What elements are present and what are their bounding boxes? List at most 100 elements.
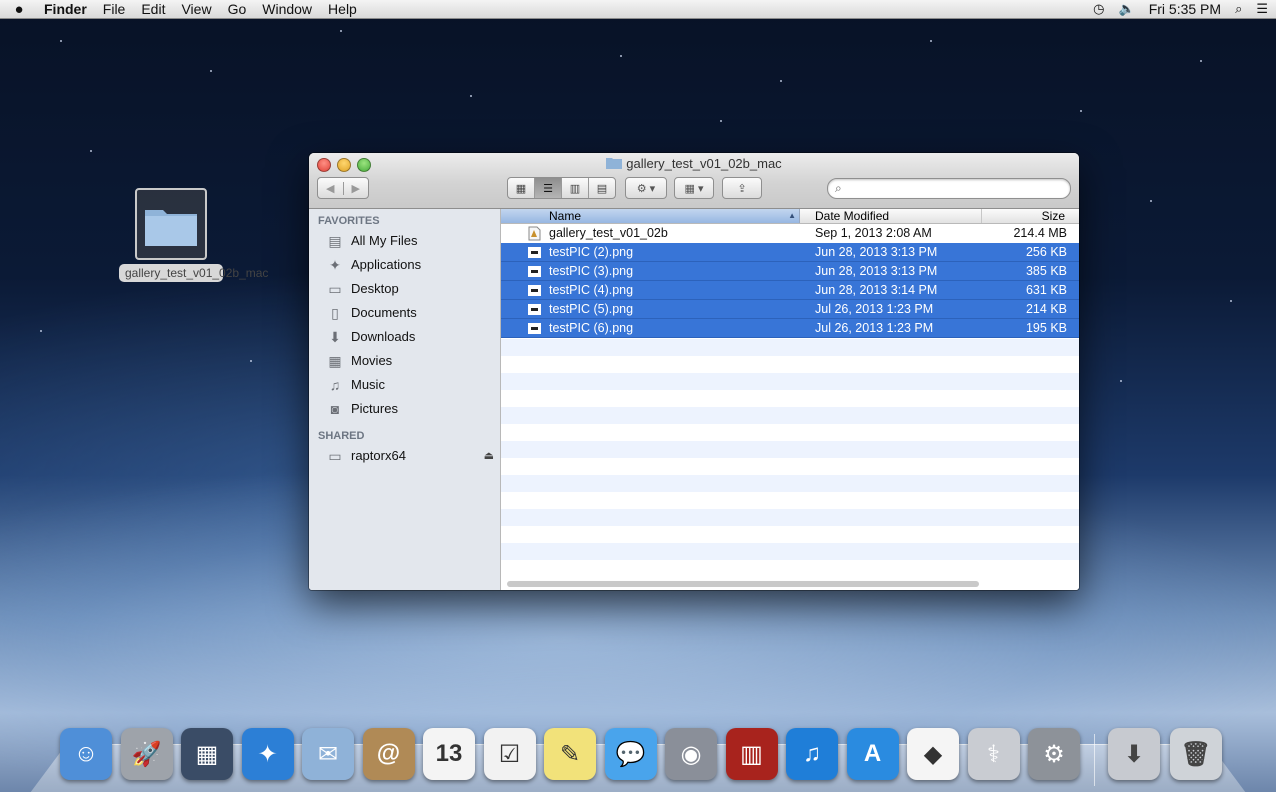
computer-icon: ▭ [328, 448, 342, 464]
menu-file[interactable]: File [95, 0, 134, 18]
itunes-icon[interactable]: ♫ [786, 728, 838, 780]
file-name: testPIC (5).png [549, 302, 634, 316]
column-header-name[interactable]: Name ▲ [501, 209, 800, 223]
installer-icon[interactable]: ⬇ [1108, 728, 1160, 780]
sidebar-item-all-my-files[interactable]: ▤ All My Files [309, 229, 500, 253]
cover-flow-view-icon[interactable]: ▤ [589, 178, 615, 198]
sidebar-item-label: Pictures [351, 401, 398, 416]
list-view-icon[interactable]: ☰ [535, 178, 562, 198]
file-name: testPIC (3).png [549, 264, 634, 278]
notes-icon[interactable]: ✎ [544, 728, 596, 780]
file-row[interactable]: testPIC (4).png Jun 28, 2013 3:14 PM 631… [501, 281, 1079, 300]
file-date: Jul 26, 2013 1:23 PM [815, 321, 934, 335]
sidebar-item-label: raptorx64 [351, 448, 406, 463]
applications-icon: ✦ [329, 257, 341, 273]
window-titlebar[interactable]: gallery_test_v01_02b_mac ◀ ▶ ▦ ☰ ▥ ▤ ⚙ ▾… [309, 153, 1079, 209]
apple-menu-icon[interactable]: ● [0, 1, 38, 18]
file-size: 214.4 MB [1013, 226, 1067, 240]
back-arrow-icon[interactable]: ◀ [318, 181, 344, 195]
trash-icon[interactable]: 🗑 [1170, 728, 1222, 780]
folder-icon[interactable] [135, 188, 207, 260]
desktop-folder-label[interactable]: gallery_test_v01_02b_mac [119, 264, 268, 282]
app-store-icon[interactable]: A [846, 728, 899, 780]
file-date: Sep 1, 2013 2:08 AM [815, 226, 932, 240]
forward-arrow-icon[interactable]: ▶ [344, 182, 369, 195]
mail-icon[interactable]: ✉ [302, 728, 354, 780]
menu-window[interactable]: Window [254, 0, 320, 18]
menu-view[interactable]: View [173, 0, 219, 18]
sidebar-item-downloads[interactable]: ⬇ Downloads [309, 325, 500, 349]
messages-icon[interactable]: 💬 [604, 728, 657, 780]
sidebar-item-applications[interactable]: ✦ Applications [309, 253, 500, 277]
column-view-icon[interactable]: ▥ [562, 178, 589, 198]
menu-app-name[interactable]: Finder [38, 0, 95, 18]
file-size: 214 KB [1025, 302, 1067, 316]
sidebar-item-label: Documents [351, 305, 417, 320]
facetime-icon[interactable]: ◉ [665, 728, 717, 780]
volume-icon[interactable]: 🔈 [1119, 1, 1135, 17]
safari-icon[interactable]: ✦ [241, 728, 294, 780]
file-size: 631 KB [1025, 283, 1067, 297]
back-forward-control: ◀ ▶ [317, 177, 369, 199]
unity-icon[interactable]: ◆ [907, 728, 959, 780]
all-files-icon: ▤ [328, 233, 342, 249]
file-name: gallery_test_v01_02b [549, 226, 668, 240]
desktop-folder[interactable]: gallery_test_v01_02b_mac [119, 188, 268, 282]
column-header-size[interactable]: Size [983, 209, 1079, 223]
sidebar-item-desktop[interactable]: ▭ Desktop [309, 277, 500, 301]
menubar-clock[interactable]: Fri 5:35 PM [1149, 1, 1221, 17]
music-icon: ♫ [329, 377, 341, 393]
sidebar-item-documents[interactable]: ▯ Documents [309, 301, 500, 325]
file-row[interactable]: testPIC (3).png Jun 28, 2013 3:13 PM 385… [501, 262, 1079, 281]
gear-icon: ⚙ ▾ [636, 182, 656, 195]
arrange-menu-button[interactable]: ▦ ▾ [674, 177, 714, 199]
png-file-icon [528, 247, 541, 258]
favorites-header: FAVORITES [318, 215, 380, 227]
file-row[interactable]: gallery_test_v01_02b Sep 1, 2013 2:08 AM… [501, 224, 1079, 243]
contacts-icon[interactable]: @ [362, 728, 415, 780]
mission-control-icon[interactable]: ▦ [181, 728, 233, 780]
file-row[interactable]: testPIC (2).png Jun 28, 2013 3:13 PM 256… [501, 243, 1079, 262]
launchpad-icon[interactable]: 🚀 [120, 728, 173, 780]
system-preferences-icon[interactable]: ⚙ [1028, 728, 1080, 780]
downloads-icon: ⬇ [329, 329, 341, 345]
sidebar-item-label: Music [351, 377, 385, 392]
sidebar-item-pictures[interactable]: ◙ Pictures [309, 397, 500, 421]
menu-go[interactable]: Go [220, 0, 255, 18]
sort-ascending-icon: ▲ [788, 211, 796, 220]
file-date: Jul 26, 2013 1:23 PM [815, 302, 934, 316]
sidebar-item-music[interactable]: ♫ Music [309, 373, 500, 397]
menu-bar: ● Finder File Edit View Go Window Help ◷… [0, 0, 1276, 19]
calendar-icon[interactable]: 13 [423, 728, 475, 780]
action-menu-button[interactable]: ⚙ ▾ [625, 177, 667, 199]
empty-row-stripes [501, 339, 1079, 577]
notification-center-icon[interactable]: ☰ [1256, 1, 1268, 17]
sidebar-item-movies[interactable]: ▦ Movies [309, 349, 500, 373]
shared-header: SHARED [318, 430, 365, 442]
search-field[interactable]: ⌕ [827, 178, 1071, 199]
pictures-icon: ◙ [330, 401, 340, 417]
search-input[interactable] [850, 180, 1064, 197]
menu-edit[interactable]: Edit [133, 0, 173, 18]
png-file-icon [528, 285, 541, 296]
icon-view-icon[interactable]: ▦ [508, 178, 535, 198]
column-name-label: Name [549, 209, 582, 223]
share-button[interactable]: ⇪ [722, 177, 762, 199]
spotlight-icon[interactable]: ⌕ [1235, 1, 1242, 17]
file-list: Name ▲ Date Modified Size gallery_test_v… [501, 209, 1079, 590]
eject-icon[interactable]: ⏏ [484, 444, 494, 468]
photo-booth-icon[interactable]: ▥ [725, 728, 778, 780]
file-name: testPIC (6).png [549, 321, 634, 335]
file-row[interactable]: testPIC (6).png Jul 26, 2013 1:23 PM 195… [501, 319, 1079, 338]
sidebar-item-label: Desktop [351, 281, 399, 296]
menu-help[interactable]: Help [320, 0, 365, 18]
column-header-date[interactable]: Date Modified [801, 209, 982, 223]
horizontal-scrollbar[interactable] [507, 581, 979, 587]
time-machine-icon[interactable]: ◷ [1093, 1, 1104, 17]
disk-utility-icon[interactable]: ⚕ [967, 728, 1020, 780]
file-name: testPIC (2).png [549, 245, 634, 259]
reminders-icon[interactable]: ☑ [483, 728, 536, 780]
file-row[interactable]: testPIC (5).png Jul 26, 2013 1:23 PM 214… [501, 300, 1079, 319]
sidebar-item-raptorx64[interactable]: ▭ raptorx64 ⏏ [309, 444, 500, 468]
finder-icon[interactable]: ☺ [60, 728, 112, 780]
